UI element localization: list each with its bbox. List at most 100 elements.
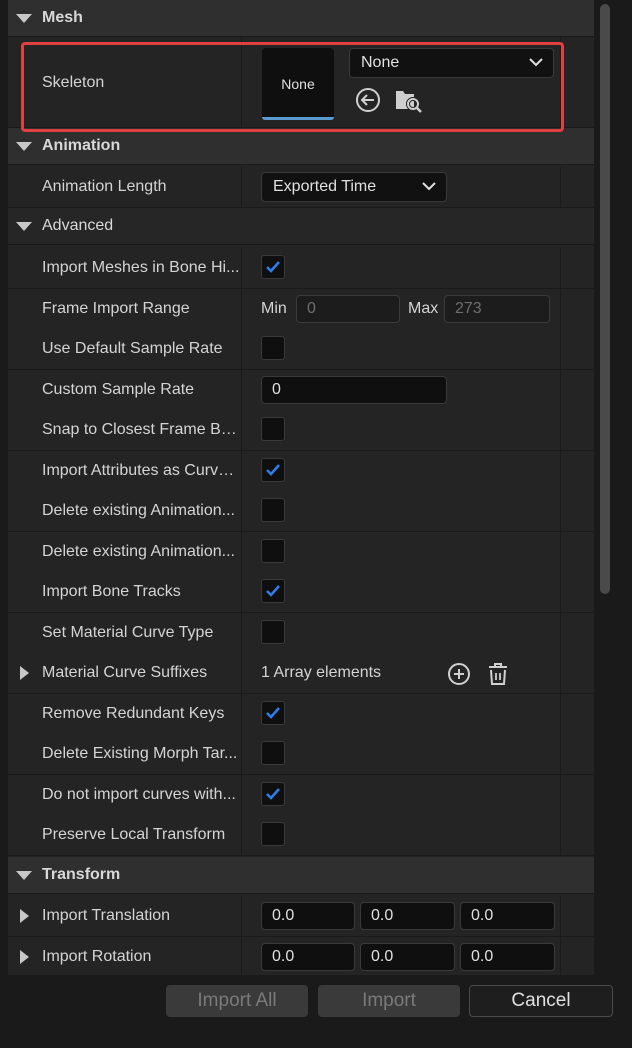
- section-mesh[interactable]: Mesh: [8, 0, 594, 37]
- checkmark-icon: [266, 261, 280, 273]
- column-divider: [241, 653, 242, 693]
- import-bone-tracks-row: Import Bone Tracks: [8, 572, 594, 613]
- checkmark-icon: [266, 464, 280, 476]
- expand-arrow-icon[interactable]: [20, 909, 29, 923]
- import-bone-tracks-checkbox[interactable]: [261, 579, 285, 603]
- skeleton-row: Skeleton None None: [8, 37, 594, 128]
- custom-rate-row: Custom Sample Rate 0: [8, 370, 594, 411]
- column-divider: [241, 613, 242, 653]
- import-meshes-row: Import Meshes in Bone Hi...: [8, 248, 594, 289]
- row-label: Do not import curves with...: [42, 786, 236, 803]
- browse-folder-icon[interactable]: [394, 87, 422, 113]
- thumbnail-text: None: [281, 76, 315, 92]
- import-meshes-checkbox[interactable]: [261, 255, 285, 279]
- material-suffixes-row: Material Curve Suffixes 1 Array elements: [8, 653, 594, 694]
- import-all-button[interactable]: Import All: [166, 985, 308, 1017]
- delete-anim-checkbox-1[interactable]: [261, 498, 285, 522]
- expand-arrow-icon[interactable]: [16, 222, 32, 231]
- checkmark-icon: [266, 585, 280, 597]
- column-divider: [560, 653, 561, 693]
- column-divider: [241, 734, 242, 774]
- row-label: Snap to Closest Frame Bo...: [42, 421, 240, 438]
- cancel-button[interactable]: Cancel: [469, 985, 613, 1017]
- expand-arrow-icon[interactable]: [20, 950, 29, 964]
- column-divider: [241, 370, 242, 410]
- row-label: Delete existing Animation...: [42, 543, 235, 560]
- column-divider: [241, 694, 242, 734]
- skeleton-label: Skeleton: [42, 74, 105, 91]
- section-title: Transform: [42, 866, 121, 883]
- column-divider: [241, 572, 242, 612]
- row-label: Frame Import Range: [42, 300, 190, 317]
- scrollbar-thumb[interactable]: [600, 4, 610, 594]
- array-elements-text: 1 Array elements: [261, 664, 382, 681]
- row-label: Use Default Sample Rate: [42, 340, 223, 357]
- max-label: Max: [408, 300, 439, 317]
- column-divider: [560, 370, 561, 410]
- row-label: Import Attributes as Curve...: [42, 462, 240, 479]
- use-selected-arrow-icon[interactable]: [355, 87, 381, 113]
- set-material-curve-checkbox[interactable]: [261, 620, 285, 644]
- thumbnail-accent-bar: [262, 117, 334, 120]
- use-default-rate-checkbox[interactable]: [261, 336, 285, 360]
- translation-z-input[interactable]: 0.0: [460, 902, 555, 930]
- row-label: Delete Existing Morph Tar...: [42, 745, 238, 762]
- chevron-down-icon: [422, 182, 436, 191]
- skeleton-combo-value: None: [361, 54, 400, 71]
- add-element-icon[interactable]: [447, 662, 471, 686]
- custom-rate-input[interactable]: 0: [261, 376, 447, 404]
- do-not-import-checkbox[interactable]: [261, 782, 285, 806]
- rotation-z-input[interactable]: 0.0: [460, 943, 555, 971]
- expand-arrow-icon[interactable]: [16, 142, 32, 151]
- column-divider: [241, 815, 242, 855]
- do-not-import-row: Do not import curves with...: [8, 775, 594, 816]
- animation-length-combo[interactable]: Exported Time: [261, 172, 447, 202]
- translation-x-input[interactable]: 0.0: [261, 902, 355, 930]
- max-input[interactable]: 273: [444, 295, 550, 323]
- preserve-local-checkbox[interactable]: [261, 822, 285, 846]
- rotation-x-input[interactable]: 0.0: [261, 943, 355, 971]
- column-divider: [241, 775, 242, 815]
- column-divider: [560, 248, 561, 288]
- combo-value: Exported Time: [273, 178, 377, 195]
- delete-anim-checkbox-2[interactable]: [261, 539, 285, 563]
- column-divider: [560, 167, 561, 207]
- row-label: Remove Redundant Keys: [42, 705, 225, 722]
- import-translation-row: Import Translation 0.0 0.0 0.0: [8, 896, 594, 937]
- column-divider: [560, 815, 561, 855]
- set-material-curve-row: Set Material Curve Type: [8, 613, 594, 654]
- column-divider: [241, 167, 242, 207]
- translation-y-input[interactable]: 0.0: [360, 902, 455, 930]
- delete-anim-row-2: Delete existing Animation...: [8, 532, 594, 573]
- column-divider: [241, 937, 242, 975]
- trash-icon[interactable]: [487, 662, 509, 686]
- column-divider: [560, 775, 561, 815]
- section-animation[interactable]: Animation: [8, 128, 594, 165]
- checkmark-icon: [266, 788, 280, 800]
- row-label: Import Rotation: [42, 948, 152, 965]
- remove-redundant-checkbox[interactable]: [261, 701, 285, 725]
- column-divider: [241, 37, 242, 127]
- row-label: Import Meshes in Bone Hi...: [42, 259, 240, 276]
- expand-arrow-icon[interactable]: [20, 666, 29, 680]
- animation-length-row: Animation Length Exported Time: [8, 167, 594, 208]
- import-button[interactable]: Import: [318, 985, 460, 1017]
- delete-morph-checkbox[interactable]: [261, 741, 285, 765]
- column-divider: [241, 896, 242, 936]
- expand-arrow-icon[interactable]: [16, 871, 32, 880]
- expand-arrow-icon[interactable]: [16, 14, 32, 23]
- column-divider: [560, 896, 561, 936]
- row-label: Set Material Curve Type: [42, 624, 214, 641]
- section-transform[interactable]: Transform: [8, 857, 594, 894]
- preserve-local-row: Preserve Local Transform: [8, 815, 594, 856]
- row-label: Delete existing Animation...: [42, 502, 235, 519]
- row-label: Preserve Local Transform: [42, 826, 226, 843]
- snap-frame-checkbox[interactable]: [261, 417, 285, 441]
- skeleton-combo[interactable]: None: [349, 48, 554, 78]
- import-attributes-checkbox[interactable]: [261, 458, 285, 482]
- rotation-y-input[interactable]: 0.0: [360, 943, 455, 971]
- section-advanced[interactable]: Advanced: [8, 208, 594, 245]
- delete-morph-row: Delete Existing Morph Tar...: [8, 734, 594, 775]
- min-input[interactable]: 0: [296, 295, 400, 323]
- skeleton-thumbnail[interactable]: None: [262, 48, 334, 120]
